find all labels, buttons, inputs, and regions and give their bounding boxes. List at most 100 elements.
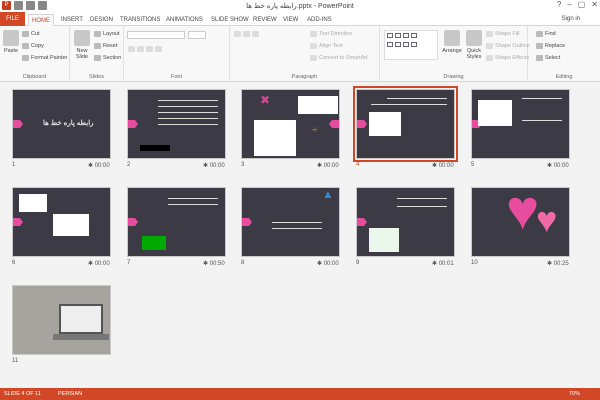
image-box	[142, 236, 166, 250]
slide-thumbnail-6[interactable]	[12, 187, 111, 257]
slide-thumbnail-4[interactable]	[353, 86, 458, 162]
tab-slide-show[interactable]: SLIDE SHOW	[208, 14, 252, 26]
language-indicator[interactable]: PERSIAN	[58, 391, 82, 397]
quick-styles-icon	[466, 30, 482, 46]
minimize-button[interactable]: –	[567, 0, 571, 9]
laptop-image	[59, 304, 103, 334]
font-size-box[interactable]	[188, 31, 206, 39]
ratio-icon: ÷	[312, 125, 318, 136]
text-direction-button[interactable]: Text Direction	[310, 31, 352, 37]
shape-icon[interactable]	[395, 33, 401, 38]
bullets-button[interactable]	[234, 31, 259, 37]
slide-number: 9	[356, 260, 360, 266]
new-slide-button[interactable]: New Slide	[72, 30, 92, 60]
tab-insert[interactable]: INSERT	[58, 14, 86, 26]
search-icon	[536, 31, 543, 37]
replace-icon	[536, 43, 543, 49]
copy-button[interactable]: Copy	[22, 43, 44, 49]
slides-label: Slides	[89, 74, 104, 80]
bold-icon	[128, 46, 135, 52]
pink-arrow-icon	[329, 120, 339, 128]
scissors-icon	[22, 31, 29, 37]
align-text-button[interactable]: Align Text	[310, 43, 343, 49]
shape-outline-button[interactable]: Shape Outline	[486, 43, 530, 49]
title-bar: P رابطه پاره خط ها.pptx - PowerPoint ? –…	[0, 0, 600, 12]
slide-number: 4	[356, 162, 360, 168]
paste-button[interactable]: Paste	[2, 30, 20, 54]
find-button[interactable]: Find	[536, 31, 556, 37]
shape-icon[interactable]	[403, 42, 409, 47]
arrange-button[interactable]: Arrange	[442, 30, 462, 54]
paragraph-group: Text Direction Align Text Convert to Sma…	[230, 26, 380, 82]
slide-thumbnail-7[interactable]	[127, 187, 226, 257]
bold-button[interactable]	[128, 46, 162, 52]
slides-group: New Slide Layout Reset Section Slides	[70, 26, 124, 82]
select-button[interactable]: Select	[536, 55, 560, 61]
window-controls: ? – ▢ ✕	[557, 0, 598, 9]
slide-thumbnail-10[interactable]: ♥ ♥	[471, 187, 570, 257]
replace-button[interactable]: Replace	[536, 43, 565, 49]
restore-button[interactable]: ▢	[578, 0, 586, 9]
format-painter-button[interactable]: Format Painter	[22, 55, 67, 61]
shape-icon[interactable]	[411, 33, 417, 38]
slide-thumbnail-5[interactable]	[471, 89, 570, 159]
section-button[interactable]: Section	[94, 55, 121, 61]
text-line	[522, 98, 562, 99]
tab-home[interactable]: HOME	[28, 14, 54, 26]
triangle-icon: ▲	[322, 187, 334, 201]
convert-smartart-button[interactable]: Convert to SmartArt	[310, 55, 368, 61]
layout-button[interactable]: Layout	[94, 31, 120, 37]
tab-design[interactable]: DESIGN	[87, 14, 116, 26]
shape-icon[interactable]	[387, 42, 393, 47]
slide-number: 5	[471, 162, 475, 168]
image-box	[478, 100, 512, 126]
slide-number: 11	[12, 358, 19, 364]
tab-transitions[interactable]: TRANSITIONS	[117, 14, 163, 26]
sign-in-link[interactable]: Sign in	[562, 16, 580, 22]
slide-thumbnail-2[interactable]	[127, 89, 226, 159]
pink-arrow-icon	[13, 218, 23, 226]
tab-view[interactable]: VIEW	[280, 14, 301, 26]
image-box	[298, 96, 338, 114]
text-line	[272, 228, 322, 229]
shape-icon[interactable]	[411, 42, 417, 47]
slide-count: SLIDE 4 OF 11	[4, 391, 41, 397]
tab-file[interactable]: FILE	[0, 12, 25, 26]
shape-effects-button[interactable]: Shape Effects	[486, 55, 529, 61]
slide-thumbnail-11[interactable]	[12, 285, 111, 355]
italic-icon	[137, 46, 144, 52]
font-group: Font	[124, 26, 230, 82]
quick-styles-button[interactable]: Quick Styles	[464, 30, 484, 60]
font-name-box[interactable]	[127, 31, 185, 39]
reset-icon	[94, 43, 101, 49]
shape-icon[interactable]	[395, 42, 401, 47]
slide-duration: ✱ 00:00	[88, 261, 110, 267]
text-line	[158, 106, 218, 107]
align-text-icon	[310, 43, 317, 49]
slide-duration: ✱ 00:00	[203, 163, 225, 169]
slide-thumbnail-1[interactable]: رابطه پاره خط ها	[12, 89, 111, 159]
image-box	[369, 112, 401, 136]
pink-arrow-icon	[128, 218, 138, 226]
slide-thumbnail-8[interactable]: ▲	[241, 187, 340, 257]
reset-button[interactable]: Reset	[94, 43, 117, 49]
numbering-icon	[243, 31, 250, 37]
image-box	[19, 194, 47, 212]
cut-button[interactable]: Cut	[22, 31, 40, 37]
tab-add-ins[interactable]: ADD-INS	[304, 14, 335, 26]
text-direction-icon	[310, 31, 317, 37]
help-button[interactable]: ?	[557, 0, 561, 9]
slide-thumbnail-9[interactable]	[356, 187, 455, 257]
slide-thumbnail-3[interactable]: ✖ ÷	[241, 89, 340, 159]
paragraph-label: Paragraph	[291, 74, 318, 80]
clipboard-label: Clipboard	[22, 74, 47, 80]
close-button[interactable]: ✕	[591, 0, 598, 9]
shape-fill-button[interactable]: Shape Fill	[486, 31, 519, 37]
shape-icon[interactable]	[403, 33, 409, 38]
zoom-level[interactable]: 70%	[569, 391, 580, 397]
tab-review[interactable]: REVIEW	[250, 14, 280, 26]
tab-animations[interactable]: ANIMATIONS	[163, 14, 206, 26]
shapes-gallery[interactable]	[384, 30, 438, 60]
shape-icon[interactable]	[387, 33, 393, 38]
image-box	[140, 145, 170, 151]
